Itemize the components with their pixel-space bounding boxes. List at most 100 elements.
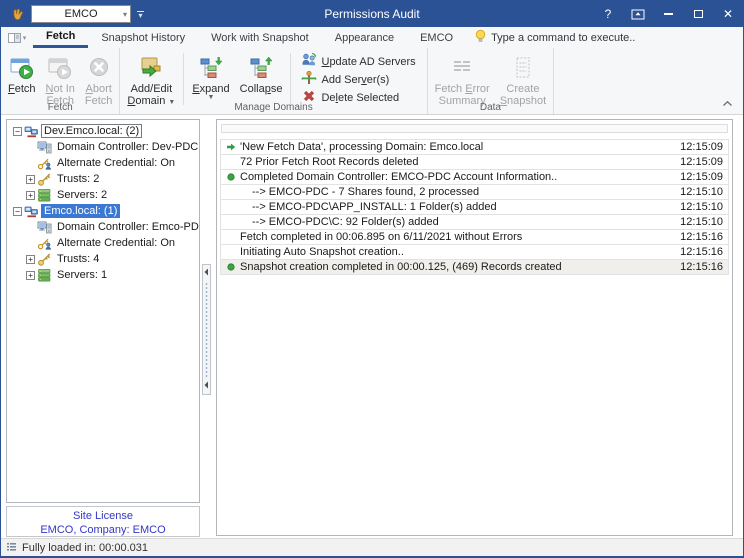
help-button[interactable]: ? — [593, 1, 623, 27]
tree-item[interactable]: Alternate Credential: On — [7, 155, 199, 171]
ribbon-group-fetch: Fetch Not In Fetch Abort Fetch F — [1, 48, 120, 114]
log-row[interactable]: --> EMCO-PDC\C: 92 Folder(s) added12:15:… — [220, 214, 729, 230]
tree-item-label: Domain Controller: Dev-PDC — [54, 140, 200, 154]
trusts-icon — [37, 252, 54, 267]
fetch-error-summary-label-line1: Fetch Error — [435, 83, 490, 95]
command-search[interactable]: Type a command to execute.. — [474, 27, 635, 48]
tab-appearance[interactable]: Appearance — [322, 27, 407, 48]
fetch-log-panel: 'New Fetch Data', processing Domain: Emc… — [216, 119, 733, 536]
green-dot-icon — [226, 262, 240, 272]
expand-expander-icon[interactable]: + — [26, 191, 35, 200]
quick-access-combo[interactable]: EMCO ▾ — [31, 5, 131, 23]
log-row[interactable]: --> EMCO-PDC - 7 Shares found, 2 process… — [220, 184, 729, 200]
update-ad-servers-button[interactable]: Update AD Servers — [298, 53, 418, 70]
expand-expander-icon[interactable]: + — [26, 255, 35, 264]
tree-item[interactable]: Alternate Credential: On — [7, 235, 199, 251]
domain-controller-icon — [37, 220, 54, 235]
log-row[interactable]: 'New Fetch Data', processing Domain: Emc… — [220, 139, 729, 155]
log-row[interactable]: Completed Domain Controller: EMCO-PDC Ac… — [220, 169, 729, 185]
tab-fetch[interactable]: Fetch — [33, 27, 88, 48]
log-timestamp: 12:15:16 — [665, 261, 723, 273]
quick-access-combo-value: EMCO — [32, 8, 130, 20]
log-message: 'New Fetch Data', processing Domain: Emc… — [240, 141, 665, 153]
add-edit-domain-icon — [138, 53, 164, 83]
fetch-error-summary-button: Fetch Error Summary — [430, 50, 495, 108]
log-row[interactable]: Initiating Auto Snapshot creation..12:15… — [220, 244, 729, 260]
collapse-left-arrow-icon[interactable] — [204, 267, 209, 279]
ribbon-menu-icon[interactable]: ▾ — [1, 27, 33, 48]
minimize-button[interactable] — [653, 1, 683, 27]
add-edit-domain-label-line1: Add/Edit — [131, 83, 173, 95]
green-dot-icon — [226, 172, 240, 182]
log-row[interactable]: Fetch completed in 00:06.895 on 6/11/202… — [220, 229, 729, 245]
log-message: --> EMCO-PDC\C: 92 Folder(s) added — [240, 216, 665, 228]
tree-item-label: Servers: 1 — [54, 268, 110, 282]
create-snapshot-button: Create Snapshot — [495, 50, 552, 108]
green-arrow-icon — [226, 142, 240, 152]
tree-item-label: Dev.Emco.local: (2) — [41, 124, 142, 138]
trusts-icon — [37, 172, 54, 187]
ribbon-group-label: Manage Domains — [120, 102, 426, 114]
ribbon-group-manage-domains: Add/Edit Domain ▼ Expand ▼ Collapse — [120, 48, 427, 114]
add-servers-label: Add Server(s) — [321, 74, 389, 86]
tab-emco[interactable]: EMCO — [407, 27, 466, 48]
app-icon — [9, 6, 27, 22]
maximize-button[interactable] — [683, 1, 713, 27]
tree-item[interactable]: Domain Controller: Dev-PDC — [7, 139, 199, 155]
not-in-fetch-icon — [47, 53, 73, 83]
combo-dropdown-icon[interactable]: ▾ — [123, 10, 127, 19]
ribbon: Fetch Not In Fetch Abort Fetch F — [1, 48, 743, 115]
collapse-left-arrow-icon[interactable] — [204, 380, 209, 392]
domain-icon — [24, 204, 41, 219]
tree-item-label: Trusts: 4 — [54, 252, 102, 266]
log-row[interactable]: Snapshot creation completed in 00:00.125… — [220, 259, 729, 275]
tree-item-label: Alternate Credential: On — [54, 236, 178, 250]
fetch-button[interactable]: Fetch — [3, 50, 41, 108]
collapse-button[interactable]: Collapse — [235, 50, 288, 108]
customize-quick-access-icon[interactable]: ▾ — [137, 11, 144, 18]
collapse-ribbon-button[interactable] — [722, 99, 733, 110]
collapse-expander-icon[interactable]: − — [13, 127, 22, 136]
splitter-grip[interactable] — [205, 282, 208, 377]
tree-item-label: Servers: 2 — [54, 188, 110, 202]
tab-work-with-snapshot[interactable]: Work with Snapshot — [198, 27, 322, 48]
log-message: --> EMCO-PDC\APP_INSTALL: 1 Folder(s) ad… — [240, 201, 665, 213]
add-servers-icon — [301, 70, 317, 89]
ribbon-display-options-button[interactable] — [623, 1, 653, 27]
tree-item-label: Alternate Credential: On — [54, 156, 178, 170]
not-in-fetch-button: Not In Fetch — [41, 50, 80, 108]
expand-button[interactable]: Expand ▼ — [187, 50, 234, 108]
log-timestamp: 12:15:09 — [665, 171, 723, 183]
collapse-expander-icon[interactable]: − — [13, 207, 22, 216]
log-timestamp: 12:15:09 — [665, 156, 723, 168]
titlebar: EMCO ▾ ▾ Permissions Audit ? ✕ — [1, 1, 743, 27]
fetch-error-summary-icon — [449, 53, 475, 83]
abort-fetch-icon — [86, 53, 112, 83]
expand-expander-icon[interactable]: + — [26, 175, 35, 184]
not-in-fetch-label-line1: Not In — [46, 83, 75, 95]
add-servers-button[interactable]: Add Server(s) — [298, 71, 418, 88]
panel-splitter[interactable] — [202, 264, 211, 395]
abort-fetch-button: Abort Fetch — [80, 50, 118, 108]
log-row[interactable]: 72 Prior Fetch Root Records deleted12:15… — [220, 154, 729, 170]
expand-expander-icon[interactable]: + — [26, 271, 35, 280]
tree-item[interactable]: + Servers: 2 — [7, 187, 199, 203]
log-message: --> EMCO-PDC - 7 Shares found, 2 process… — [240, 186, 665, 198]
ribbon-group-data: Fetch Error Summary Create Snapshot Data — [428, 48, 555, 114]
license-info: Site License EMCO, Company: EMCO — [6, 506, 200, 537]
log-row[interactable]: --> EMCO-PDC\APP_INSTALL: 1 Folder(s) ad… — [220, 199, 729, 215]
close-button[interactable]: ✕ — [713, 1, 743, 27]
tree-item[interactable]: Domain Controller: Emco-PDC — [7, 219, 199, 235]
add-edit-domain-button[interactable]: Add/Edit Domain ▼ — [122, 50, 180, 108]
tree-item[interactable]: + Trusts: 4 — [7, 251, 199, 267]
tree-item[interactable]: − Dev.Emco.local: (2) — [7, 123, 199, 139]
app-window: EMCO ▾ ▾ Permissions Audit ? ✕ ▾ FetchSn… — [0, 0, 744, 558]
log-header-strip — [221, 124, 728, 133]
tree-item[interactable]: +Trusts: 2 — [7, 171, 199, 187]
main-area: − Dev.Emco.local: (2) Domain Controller: D… — [1, 115, 743, 536]
tab-snapshot-history[interactable]: Snapshot History — [88, 27, 198, 48]
window-title: Permissions Audit — [151, 7, 593, 21]
servers-icon — [37, 268, 54, 283]
tree-item[interactable]: + Servers: 1 — [7, 267, 199, 283]
tree-item[interactable]: −Emco.local: (1) — [7, 203, 199, 219]
